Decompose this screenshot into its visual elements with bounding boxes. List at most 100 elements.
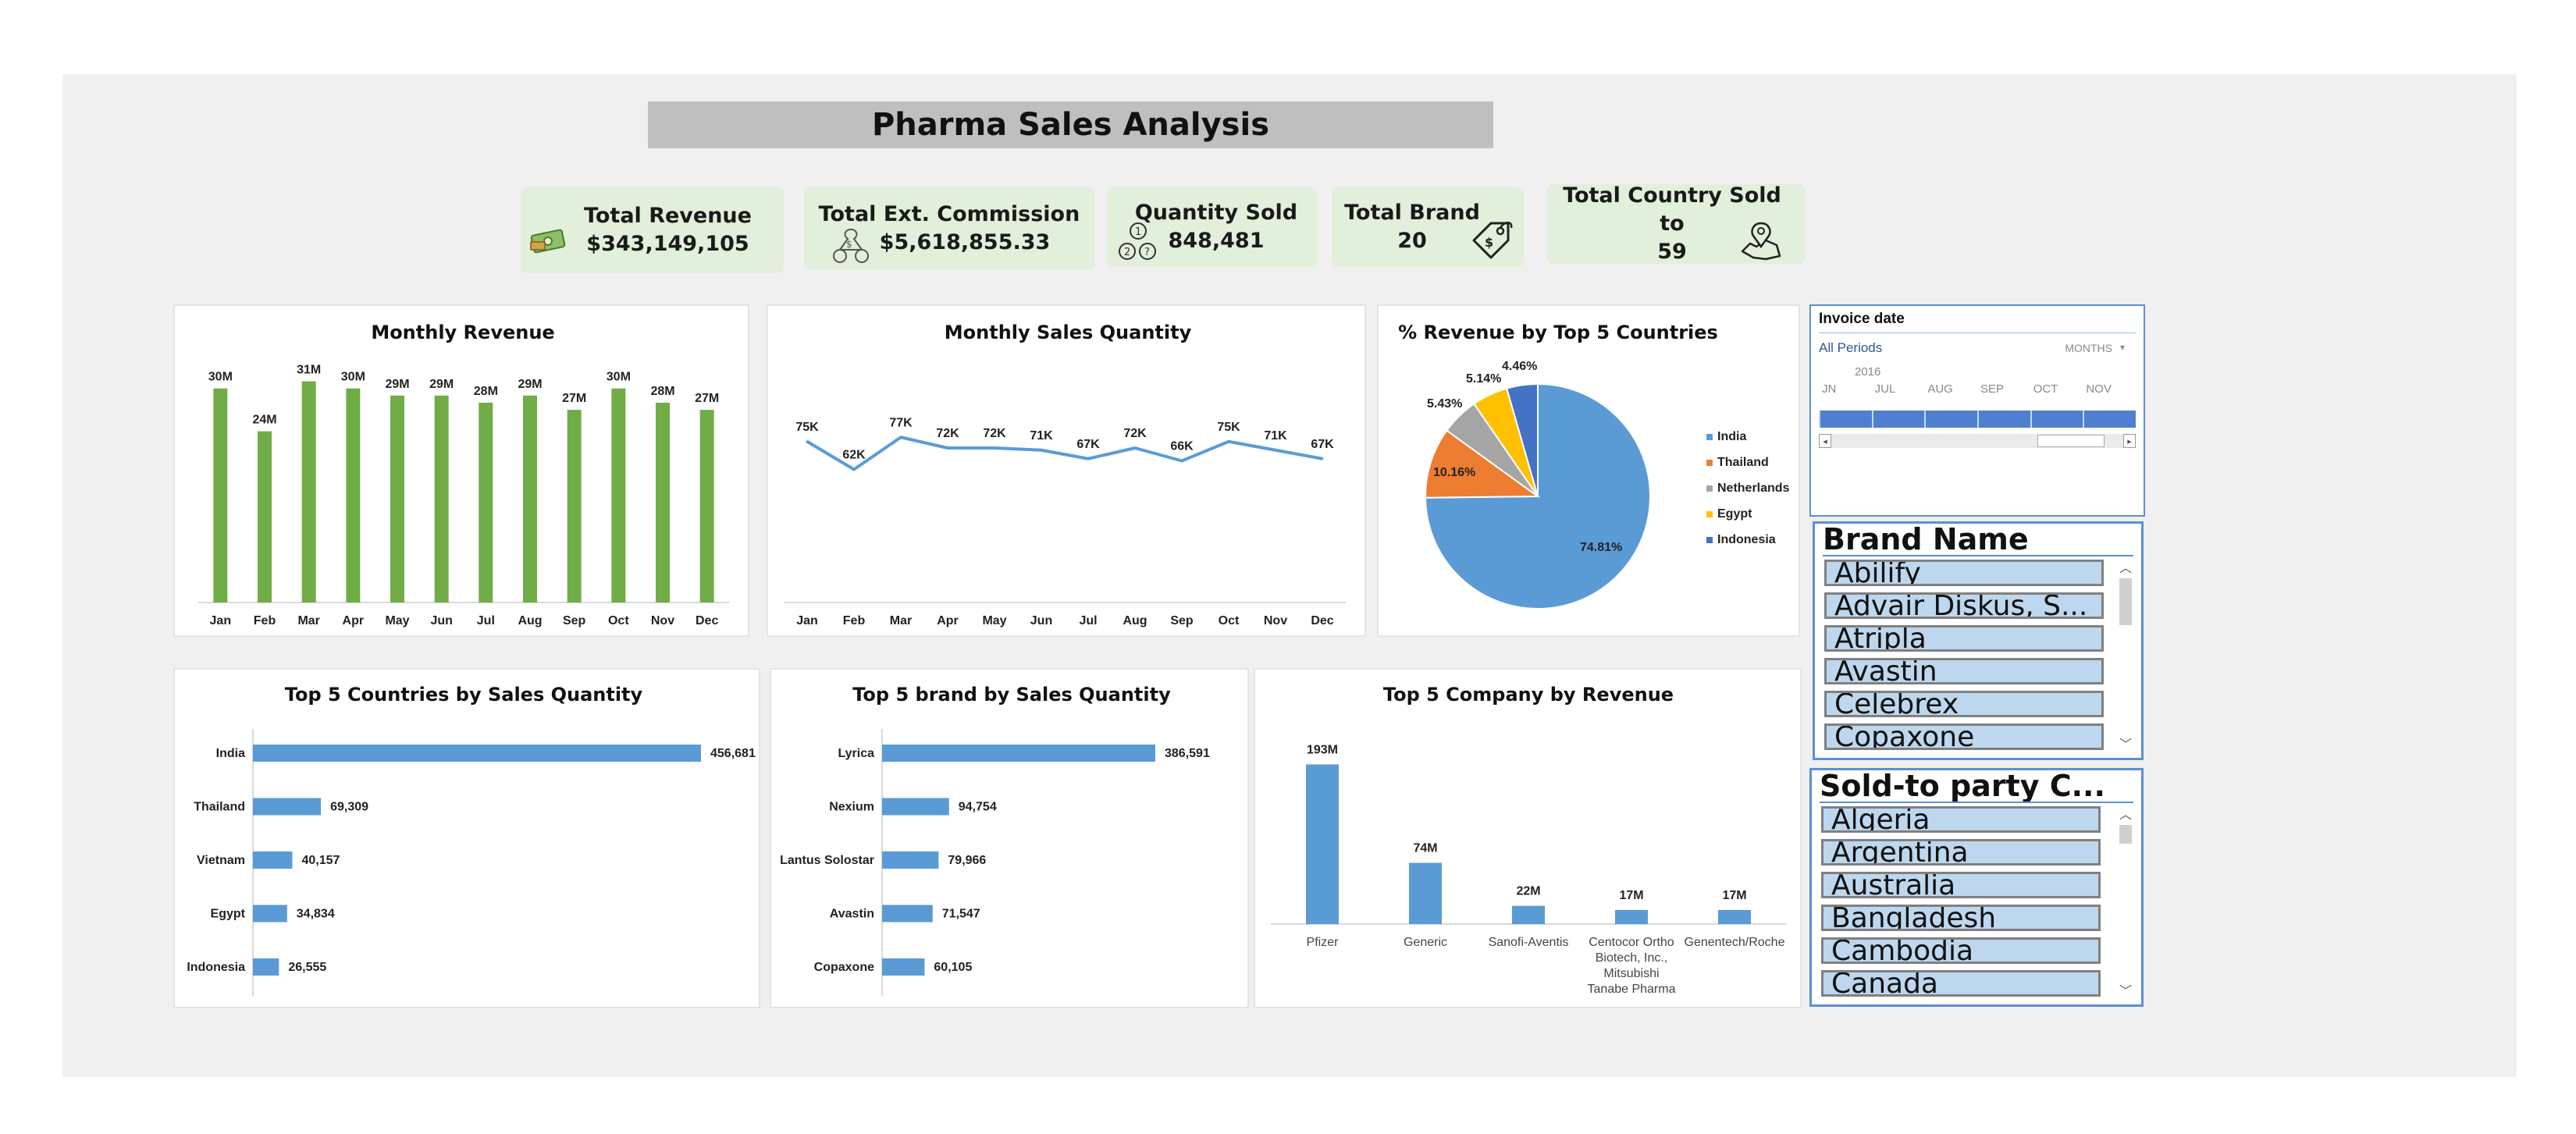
kpi-total-commission-value: $5,618,855.33: [879, 230, 1051, 254]
month-tick-label: May: [385, 614, 409, 627]
revenue-data-label: 24M: [252, 414, 276, 427]
quantity-data-label: 75K: [795, 421, 819, 434]
category-tick-label: India: [216, 747, 245, 760]
company-tick-label: Sanofi-Aventis: [1489, 936, 1569, 949]
quantity-data-label: 71K: [1264, 429, 1287, 443]
pie-data-label: 5.43%: [1427, 397, 1462, 411]
month-tick-label: Jan: [210, 614, 232, 627]
revenue-bar: [699, 410, 714, 603]
timeline-month-label[interactable]: AUG: [1927, 382, 1953, 396]
month-tick-label: Feb: [254, 614, 276, 627]
kpi-total-country: Total Country Sold to 59: [1547, 183, 1805, 264]
top-countries-svg: Top 5 Countries by Sales Quantity India 4…: [187, 684, 756, 997]
monthly-revenue-chart: Monthly Revenue 30M Jan 24M Feb 31M Mar 30M Apr…: [173, 304, 749, 637]
brand-item-copaxone[interactable]: Copaxone: [1824, 723, 2104, 750]
timeline-month-divider: [1924, 411, 1927, 428]
category-tick-label: Lyrica: [838, 747, 874, 760]
timeline-months: JN JUL AUG SEP OCT NOV: [1819, 382, 2136, 398]
invoice-date-timeline[interactable]: Invoice date All Periods MONTHS ▾ 2016 J…: [1809, 304, 2145, 517]
sold-to-country-slicer[interactable]: Sold-to party C... Algeria Argentina Aus…: [1809, 768, 2144, 1007]
kpi-total-brand: Total Brand 20 $: [1332, 187, 1524, 267]
month-tick-label: Feb: [843, 614, 866, 627]
company-bar: [1306, 764, 1339, 924]
country-slicer-scroll-thumb[interactable]: [2119, 825, 2132, 844]
svg-text:$: $: [846, 239, 852, 250]
hbar: [253, 745, 701, 762]
month-tick-label: Dec: [696, 614, 718, 627]
category-tick-label: Egypt: [211, 908, 246, 921]
country-item-algeria[interactable]: Algeria: [1821, 806, 2101, 833]
country-item-canada[interactable]: Canada: [1821, 970, 2101, 997]
category-tick-label: Thailand: [194, 801, 245, 814]
brand-item-advair[interactable]: Advair Diskus, S...: [1824, 592, 2104, 619]
revenue-bar: [301, 381, 316, 603]
hbar-data-label: 69,309: [330, 801, 368, 814]
legend-swatch: [1706, 460, 1713, 466]
category-tick-label: Avastin: [830, 908, 874, 921]
quantity-point: [806, 440, 809, 443]
timeline-scroll-thumb[interactable]: [2037, 435, 2105, 447]
brand-item-atripla[interactable]: Atripla: [1824, 625, 2104, 652]
timeline-period[interactable]: All Periods: [1819, 340, 1882, 356]
timeline-month-divider: [1819, 411, 1820, 428]
company-data-label: 17M: [1722, 889, 1746, 902]
brand-name-slicer[interactable]: Brand Name Abilify Advair Diskus, S... A…: [1813, 521, 2144, 760]
pie-data-label: 10.16%: [1433, 466, 1475, 479]
quantity-data-label: 67K: [1076, 438, 1100, 451]
scroll-up-icon[interactable]: ︿: [2116, 561, 2135, 577]
hbar: [253, 851, 293, 869]
country-item-australia[interactable]: Australia: [1821, 872, 2101, 898]
brand-item-abilify[interactable]: Abilify: [1824, 560, 2104, 586]
svg-text:2: 2: [1124, 247, 1130, 258]
quantity-point: [946, 446, 949, 450]
company-tick-label: Generic: [1404, 936, 1447, 949]
top-countries-title: Top 5 Countries by Sales Quantity: [285, 684, 643, 706]
brand-slicer-title: Brand Name: [1823, 522, 2029, 556]
commission-icon: $: [833, 228, 869, 263]
brand-slicer-scrollbar[interactable]: ︿ ﹀: [2116, 561, 2135, 753]
revenue-bar: [523, 395, 537, 603]
month-tick-label: Nov: [651, 614, 674, 627]
timeline-scrollbar[interactable]: ◂ ▸: [1819, 434, 2136, 448]
timeline-month-label[interactable]: JN: [1822, 382, 1836, 396]
hbar: [882, 958, 925, 976]
revenue-bar: [611, 388, 626, 603]
kpi-total-revenue-value: $343,149,105: [586, 232, 749, 256]
country-item-argentina[interactable]: Argentina: [1821, 839, 2101, 866]
company-tick-label: Centocor Ortho: [1589, 936, 1674, 949]
brand-item-avastin[interactable]: Avastin: [1824, 658, 2104, 684]
scroll-down-icon[interactable]: ﹀: [2116, 984, 2135, 1000]
quantity-point: [1040, 449, 1043, 452]
scroll-left-icon[interactable]: ◂: [1819, 434, 1831, 448]
timeline-month-divider: [2083, 411, 2085, 428]
month-tick-label: Aug: [518, 614, 542, 627]
timeline-level[interactable]: MONTHS: [2065, 342, 2112, 354]
kpi-total-commission: $ Total Ext. Commission $5,618,855.33: [804, 187, 1094, 270]
scroll-down-icon[interactable]: ﹀: [2116, 738, 2135, 753]
country-slicer-title: Sold-to party C...: [1820, 769, 2105, 803]
timeline-month-label[interactable]: NOV: [2086, 382, 2112, 396]
pie-data-label: 5.14%: [1466, 372, 1501, 386]
timeline-title: Invoice date: [1819, 311, 1905, 327]
timeline-month-label[interactable]: JUL: [1875, 382, 1896, 396]
scroll-up-icon[interactable]: ︿: [2116, 808, 2135, 823]
quantity-point: [852, 468, 856, 471]
brand-slicer-scroll-thumb[interactable]: [2119, 578, 2132, 625]
revenue-by-country-chart: % Revenue by Top 5 Countries 74.81% 10.16…: [1377, 304, 1800, 637]
country-slicer-scrollbar[interactable]: ︿ ﹀: [2116, 808, 2135, 1000]
scroll-right-icon[interactable]: ▸: [2123, 434, 2136, 448]
quantity-point: [899, 435, 902, 439]
country-item-cambodia[interactable]: Cambodia: [1821, 937, 2101, 964]
timeline-month-label[interactable]: SEP: [1980, 382, 2004, 396]
country-item-bangladesh[interactable]: Bangladesh: [1821, 905, 2101, 931]
timeline-month-label[interactable]: OCT: [2033, 382, 2058, 396]
timeline-rule: [1819, 332, 2136, 333]
chevron-down-icon[interactable]: ▾: [2120, 342, 2125, 353]
legend-swatch: [1706, 485, 1713, 492]
brand-item-celebrex[interactable]: Celebrex: [1824, 691, 2104, 717]
top-companies-title: Top 5 Company by Revenue: [1383, 684, 1674, 706]
hbar: [253, 958, 279, 976]
month-tick-label: Dec: [1311, 614, 1333, 627]
hbar-data-label: 386,591: [1165, 747, 1210, 760]
hbar: [882, 905, 933, 922]
